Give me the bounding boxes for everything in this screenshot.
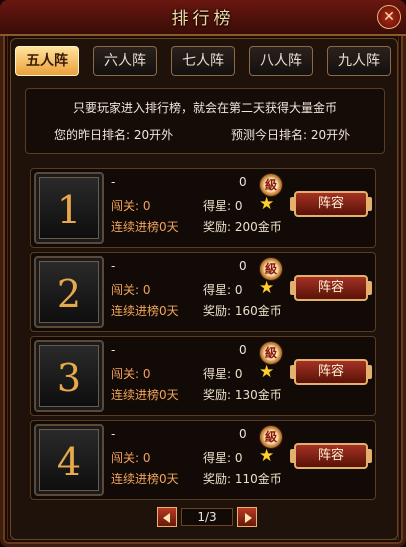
leaderboard-row: 2 - 0 級 闯关: 0 得星: 0 ★ 连续进榜0天 奖励: 160金币 阵… — [30, 252, 376, 332]
rank-plaque: 1 — [34, 172, 104, 244]
rank-number: 1 — [56, 188, 82, 232]
lineup-button[interactable]: 阵容 — [290, 443, 372, 469]
player-name: - — [111, 175, 116, 189]
rank-plaque: 3 — [34, 340, 104, 412]
player-name: - — [111, 259, 116, 273]
reward-amount: 奖励: 110金币 — [203, 472, 282, 486]
pass-count: 闯关: 0 — [111, 199, 151, 213]
tab-seven-person[interactable]: 七人阵 — [171, 46, 235, 76]
leaderboard-row: 4 - 0 級 闯关: 0 得星: 0 ★ 连续进榜0天 奖励: 110金币 阵… — [30, 420, 376, 500]
player-level: 0 — [239, 175, 247, 189]
player-level: 0 — [239, 259, 247, 273]
rank-plaque: 4 — [34, 424, 104, 496]
tab-nine-person[interactable]: 九人阵 — [327, 46, 391, 76]
pass-count: 闯关: 0 — [111, 451, 151, 465]
player-name: - — [111, 343, 116, 357]
leaderboard-row: 3 - 0 級 闯关: 0 得星: 0 ★ 连续进榜0天 奖励: 130金币 阵… — [30, 336, 376, 416]
player-level: 0 — [239, 427, 247, 441]
close-icon[interactable]: ✕ — [377, 5, 401, 29]
star-icon: ★ — [259, 362, 275, 382]
reward-amount: 奖励: 130金币 — [203, 388, 282, 402]
prev-page-button[interactable] — [157, 507, 177, 527]
formation-tabs: 五人阵 六人阵 七人阵 八人阵 九人阵 — [15, 46, 391, 78]
today-predicted-rank: 预测今日排名: 20开外 — [231, 128, 351, 142]
rank-plaque: 2 — [34, 256, 104, 328]
player-name: - — [111, 427, 116, 441]
title-bar: 排行榜 ✕ — [0, 0, 406, 36]
lineup-button[interactable]: 阵容 — [290, 275, 372, 301]
leaderboard-row: 1 - 0 級 闯关: 0 得星: 0 ★ 连续进榜0天 奖励: 200金币 阵… — [30, 168, 376, 248]
tab-six-person[interactable]: 六人阵 — [93, 46, 157, 76]
tab-five-person[interactable]: 五人阵 — [15, 46, 79, 76]
window-title: 排行榜 — [171, 9, 235, 29]
star-count: 得星: 0 — [203, 283, 243, 297]
star-count: 得星: 0 — [203, 367, 243, 381]
rank-number: 2 — [56, 272, 82, 316]
star-icon: ★ — [259, 194, 275, 214]
streak-days: 连续进榜0天 — [111, 388, 179, 402]
reward-amount: 奖励: 200金币 — [203, 220, 282, 234]
arrow-left-icon — [163, 513, 170, 523]
rank-number: 3 — [56, 356, 82, 400]
reward-amount: 奖励: 160金币 — [203, 304, 282, 318]
yesterday-rank: 您的昨日排名: 20开外 — [54, 128, 174, 142]
rank-number: 4 — [56, 440, 82, 484]
lineup-button[interactable]: 阵容 — [290, 359, 372, 385]
arrow-right-icon — [245, 513, 252, 523]
rank-info-box: 只要玩家进入排行榜，就会在第二天获得大量金币 您的昨日排名: 20开外 预测今日… — [25, 88, 385, 154]
streak-days: 连续进榜0天 — [111, 304, 179, 318]
pass-count: 闯关: 0 — [111, 283, 151, 297]
page-indicator: 1/3 — [181, 508, 233, 526]
player-level: 0 — [239, 343, 247, 357]
star-icon: ★ — [259, 278, 275, 298]
star-count: 得星: 0 — [203, 451, 243, 465]
reward-notice: 只要玩家进入排行榜，就会在第二天获得大量金币 — [72, 101, 337, 115]
streak-days: 连续进榜0天 — [111, 220, 179, 234]
tab-eight-person[interactable]: 八人阵 — [249, 46, 313, 76]
star-count: 得星: 0 — [203, 199, 243, 213]
pass-count: 闯关: 0 — [111, 367, 151, 381]
next-page-button[interactable] — [237, 507, 257, 527]
star-icon: ★ — [259, 446, 275, 466]
lineup-button[interactable]: 阵容 — [290, 191, 372, 217]
streak-days: 连续进榜0天 — [111, 472, 179, 486]
